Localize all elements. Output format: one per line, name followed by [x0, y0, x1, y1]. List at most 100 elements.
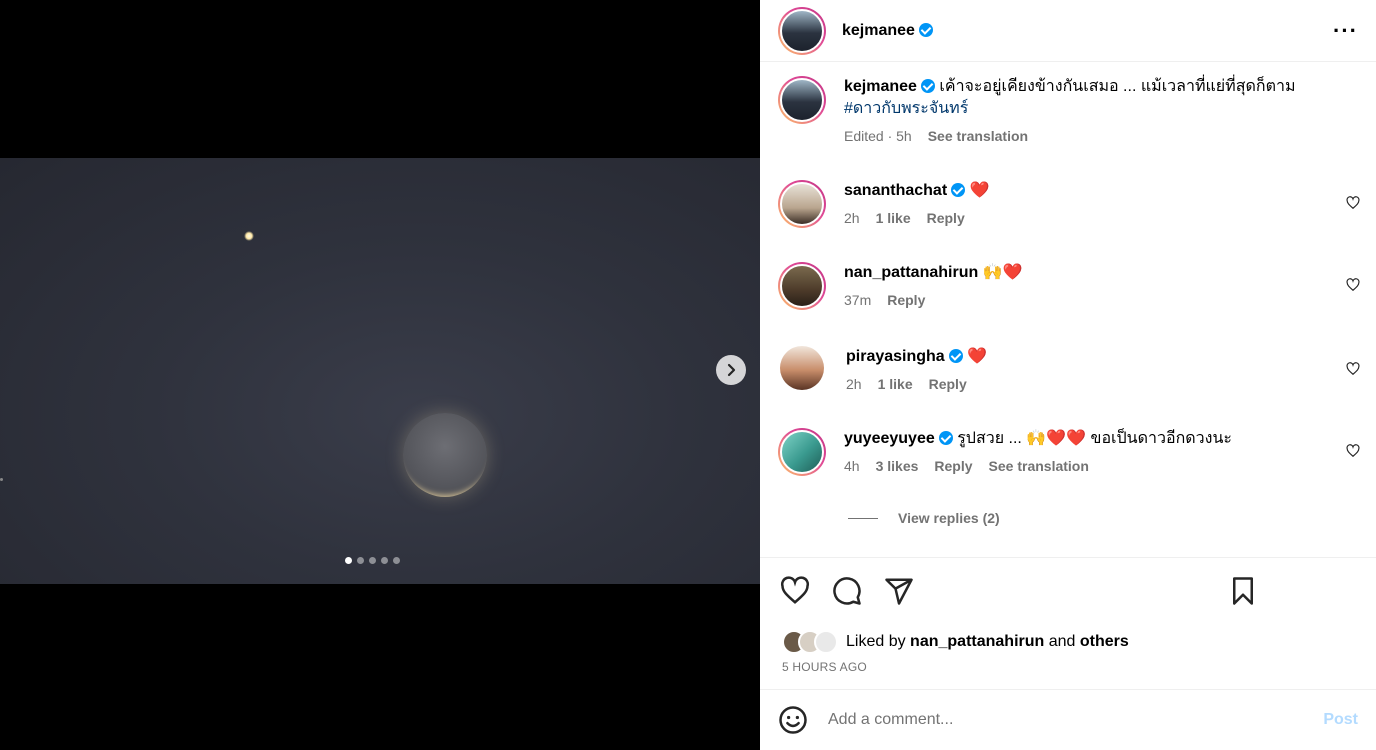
caption-text: เค้าจะอยู่เคียงข้างกันเสมอ ... แม้เวลาที…: [939, 78, 1296, 95]
star-venus: [244, 231, 254, 241]
see-translation-link[interactable]: See translation: [989, 458, 1089, 474]
comment-time: 37m: [844, 292, 872, 308]
comment-item: yuyeeyuyee รูปสวย ... 🙌❤️❤️ ขอเป็นดาวอีก…: [778, 428, 1376, 476]
view-replies-button[interactable]: View replies (2): [848, 510, 1000, 526]
liker-avatar: [814, 630, 838, 654]
send-icon[interactable]: [884, 576, 914, 606]
post-timestamp[interactable]: 5 HOURS AGO: [782, 660, 867, 674]
caption-edited-time: Edited · 5h: [844, 128, 912, 144]
comment-avatar[interactable]: [778, 180, 826, 228]
caption-meta: Edited · 5h See translation: [844, 128, 1344, 144]
caption: kejmanee เค้าจะอยู่เคียงข้างกันเสมอ ... …: [778, 76, 1376, 144]
comment-text: ❤️: [969, 182, 990, 199]
bookmark-icon[interactable]: [1228, 576, 1258, 606]
comment-likes[interactable]: 1 like: [876, 210, 911, 226]
view-replies-label[interactable]: View replies (2): [898, 510, 1000, 526]
comment-item: nan_pattanahirun 🙌❤️ 37m Reply: [778, 262, 1376, 310]
comment-like-heart-icon[interactable]: [1346, 444, 1360, 458]
verified-badge-icon: [920, 79, 935, 93]
avatar-image: [780, 430, 824, 474]
reply-button[interactable]: Reply: [929, 376, 967, 392]
comment-username[interactable]: nan_pattanahirun: [844, 264, 978, 281]
chevron-right-icon: [727, 363, 736, 377]
liked-by-user[interactable]: nan_pattanahirun: [910, 633, 1044, 651]
comment-username[interactable]: yuyeeyuyee: [844, 430, 935, 447]
avatar-image: [780, 8, 824, 53]
carousel-dot: [381, 557, 388, 564]
comment-time: 2h: [846, 376, 862, 392]
carousel-dot: [369, 557, 376, 564]
liked-by: Liked by nan_pattanahirun and others: [782, 630, 1129, 654]
liked-by-and: and: [1048, 633, 1076, 650]
caption-avatar[interactable]: [778, 76, 826, 124]
comment-body: sananthachat ❤️ 2h 1 like Reply: [844, 180, 1344, 228]
smile-icon[interactable]: [778, 705, 808, 735]
post-sidebar: kejmanee ··· kejmanee เค้าจะอยู่เคียงข้า…: [760, 0, 1376, 750]
caption-username[interactable]: kejmanee: [844, 78, 917, 95]
reply-button[interactable]: Reply: [927, 210, 965, 226]
liked-by-avatars[interactable]: [782, 630, 838, 654]
post-header: kejmanee ···: [760, 0, 1376, 62]
comment-time: 2h: [844, 210, 860, 226]
verified-badge-icon: [948, 349, 963, 363]
media-pane: [0, 0, 760, 750]
action-buttons: [780, 576, 914, 606]
comment-avatar[interactable]: [778, 262, 826, 310]
reply-button[interactable]: Reply: [934, 458, 972, 474]
comment-like-heart-icon[interactable]: [1346, 278, 1360, 292]
comment-meta: 37m Reply: [844, 292, 1344, 308]
replies-divider-line: [848, 517, 878, 519]
comment-input[interactable]: [828, 711, 1314, 729]
author-avatar[interactable]: [778, 6, 826, 55]
comment-like-heart-icon[interactable]: [1346, 196, 1360, 210]
verified-badge-icon: [918, 22, 933, 37]
avatar-image: [780, 264, 824, 308]
caption-body: kejmanee เค้าจะอยู่เคียงข้างกันเสมอ ... …: [844, 76, 1344, 144]
comment-likes[interactable]: 3 likes: [876, 458, 919, 474]
comment-meta: 2h 1 like Reply: [846, 376, 1346, 392]
author-username-text[interactable]: kejmanee: [842, 22, 915, 39]
comment-text-block: nan_pattanahirun 🙌❤️: [844, 262, 1344, 284]
comment-item: pirayasingha ❤️ 2h 1 like Reply: [778, 346, 1376, 392]
crescent-moon: [403, 413, 487, 497]
comment-body: pirayasingha ❤️ 2h 1 like Reply: [846, 346, 1346, 392]
post-comment-button[interactable]: Post: [1323, 711, 1358, 729]
avatar-image: [780, 78, 824, 122]
carousel-dot: [393, 557, 400, 564]
carousel-dot: [345, 557, 352, 564]
comment-like-heart-icon[interactable]: [1346, 362, 1360, 376]
liked-by-others[interactable]: others: [1080, 633, 1129, 651]
more-options-icon[interactable]: ···: [1333, 18, 1358, 44]
comment-username[interactable]: sananthachat: [844, 182, 947, 199]
comment-text-block: yuyeeyuyee รูปสวย ... 🙌❤️❤️ ขอเป็นดาวอีก…: [844, 428, 1344, 450]
carousel-indicators: [345, 557, 400, 564]
comments-list: kejmanee เค้าจะอยู่เคียงข้างกันเสมอ ... …: [760, 62, 1376, 557]
comment-username[interactable]: pirayasingha: [846, 348, 945, 365]
comment-text: 🙌❤️: [982, 264, 1023, 281]
caption-hashtag[interactable]: #ดาวกับพระจันทร์: [844, 100, 968, 117]
heart-icon[interactable]: [780, 576, 810, 606]
comment-text-block: sananthachat ❤️: [844, 180, 1344, 202]
verified-badge-icon: [951, 183, 966, 197]
comment-avatar[interactable]: [780, 346, 824, 390]
comment-meta: 2h 1 like Reply: [844, 210, 1344, 226]
reply-button[interactable]: Reply: [887, 292, 925, 308]
post-modal: kejmanee ··· kejmanee เค้าจะอยู่เคียงข้า…: [0, 0, 1376, 750]
verified-badge-icon: [938, 431, 953, 445]
comment-meta: 4h 3 likes Reply See translation: [844, 458, 1344, 474]
see-translation-link[interactable]: See translation: [928, 128, 1028, 144]
caption-text-block: kejmanee เค้าจะอยู่เคียงข้างกันเสมอ ... …: [844, 76, 1344, 120]
comment-text: ❤️: [967, 348, 988, 365]
comment-avatar[interactable]: [778, 428, 826, 476]
comment-text: รูปสวย ... 🙌❤️❤️ ขอเป็นดาวอีกดวงนะ: [957, 430, 1232, 447]
comment-item: sananthachat ❤️ 2h 1 like Reply: [778, 180, 1376, 228]
comment-likes[interactable]: 1 like: [878, 376, 913, 392]
comment-time: 4h: [844, 458, 860, 474]
carousel-next-button[interactable]: [716, 355, 746, 385]
author-username[interactable]: kejmanee: [842, 22, 933, 40]
comment-body: nan_pattanahirun 🙌❤️ 37m Reply: [844, 262, 1344, 310]
post-photo[interactable]: [0, 158, 760, 584]
liked-by-prefix: Liked by: [846, 633, 906, 650]
comment-icon[interactable]: [832, 576, 862, 606]
post-actions: Liked by nan_pattanahirun and others 5 H…: [760, 557, 1376, 690]
